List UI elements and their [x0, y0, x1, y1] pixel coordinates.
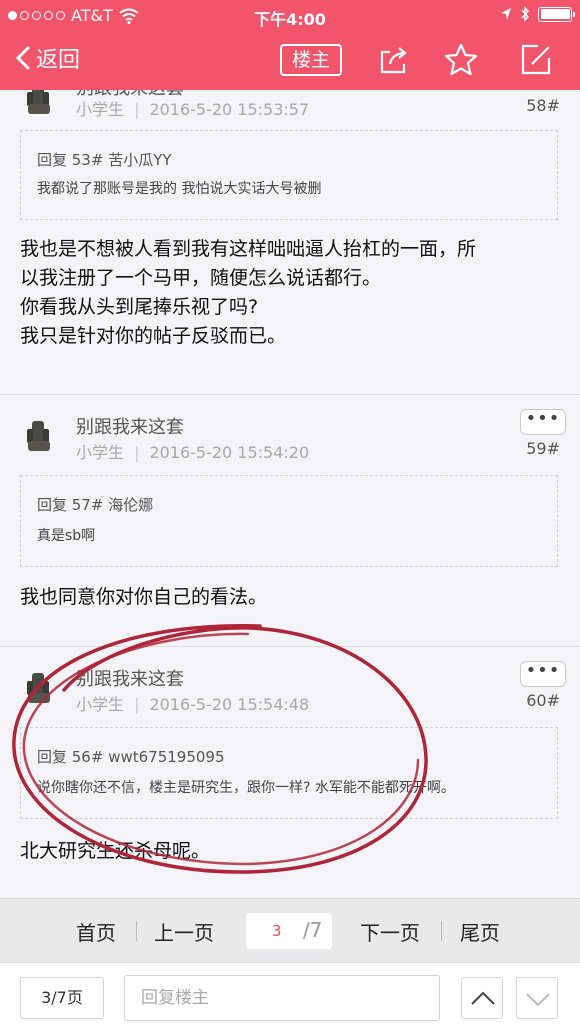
post-body: 我也同意你对你自己的看法。 [20, 583, 565, 612]
location-arrow-icon [501, 8, 511, 20]
post-body-line: 北大研究生还杀母呢。 [20, 840, 211, 862]
back-button[interactable]: 返回 [16, 42, 80, 74]
battery-icon [538, 6, 575, 22]
status-time: 下午4:00 [254, 10, 326, 29]
post-body-line: 我也是不想被人看到我有这样咄咄逼人抬杠的一面，所 [20, 238, 477, 260]
separator [136, 921, 137, 941]
bottom-toolbar: 3/7页 回复楼主 [0, 962, 580, 1032]
reply-input[interactable]: 回复楼主 [124, 975, 440, 1021]
more-options-button[interactable]: ••• [520, 661, 566, 687]
user-role: 小学生 [76, 100, 125, 119]
separator [441, 921, 442, 941]
more-options-button[interactable]: ••• [520, 409, 566, 435]
floor-number: 59# [526, 439, 560, 458]
post-body-line: 我也同意你对你自己的看法。 [20, 586, 268, 608]
post-59: 别跟我来这套 小学生 | 2016-5-20 15:54:20 ••• 59# 回复… [0, 395, 580, 647]
chevron-down-icon [526, 993, 550, 1007]
quoted-reply[interactable]: 回复 56# wwt675195095 说你瞎你还不信，楼主是研究生，跟你一样?… [20, 727, 558, 819]
floor-number: 58# [526, 96, 560, 115]
post-time: 2016-5-20 15:54:20 [149, 443, 310, 462]
post-body-line: 你看我从头到尾捧乐视了吗? [20, 296, 259, 318]
scroll-down-button[interactable] [516, 977, 558, 1019]
status-bar: AT&T 下午4:00 [0, 0, 580, 32]
quote-header: 回复 53# 苦小瓜YY [37, 151, 172, 169]
star-icon[interactable] [443, 42, 479, 78]
post-58: 别跟我来这套 小学生|2016-5-20 15:53:57 58# 回复 53#… [0, 90, 580, 395]
post-username[interactable]: 别跟我来这套 [76, 665, 184, 691]
user-role: 小学生 [76, 443, 125, 462]
avatar[interactable] [18, 667, 58, 707]
post-body-line: 我只是针对你的帖子反驳而已。 [20, 325, 287, 347]
post-body: 我也是不想被人看到我有这样咄咄逼人抬杠的一面，所 以我注册了一个马甲，随便怎么说… [20, 235, 565, 351]
post-body-line: 以我注册了一个马甲，随便怎么说话都行。 [20, 267, 382, 289]
page-indicator-button[interactable]: 3/7页 [20, 977, 104, 1019]
compose-icon[interactable] [518, 42, 554, 78]
pagination-bar: 首页 上一页 3 /7 下一页 尾页 [0, 898, 580, 962]
quote-header: 回复 57# 海伦娜 [37, 496, 154, 514]
next-page-link[interactable]: 下一页 [360, 917, 420, 946]
chevron-left-icon [16, 46, 30, 70]
post-60: 别跟我来这套 小学生 | 2016-5-20 15:54:48 ••• 60# 回复… [0, 647, 580, 898]
last-page-link[interactable]: 尾页 [460, 917, 500, 946]
nav-bar: 返回 楼主 [0, 32, 580, 90]
post-time: 2016-5-20 15:54:48 [149, 695, 310, 714]
scroll-up-button[interactable] [461, 977, 503, 1019]
louzhu-filter-button[interactable]: 楼主 [280, 44, 342, 76]
bluetooth-icon [521, 6, 530, 22]
avatar[interactable] [18, 90, 58, 118]
share-icon[interactable] [376, 42, 412, 78]
page-jump-box[interactable]: 3 /7 [246, 913, 332, 949]
post-username[interactable]: 别跟我来这套 [76, 413, 184, 439]
quote-header: 回复 56# wwt675195095 [37, 748, 225, 766]
quote-text: 我都说了那账号是我的 我怕说大实话大号被删 [37, 181, 322, 197]
user-role: 小学生 [76, 695, 125, 714]
first-page-link[interactable]: 首页 [76, 917, 116, 946]
floor-number: 60# [526, 691, 560, 710]
quoted-reply[interactable]: 回复 57# 海伦娜 真是sb啊 [20, 475, 558, 567]
post-meta: 小学生 | 2016-5-20 15:54:20 [76, 443, 310, 462]
post-meta: 小学生 | 2016-5-20 15:53:57 [76, 100, 310, 119]
post-body: 北大研究生还杀母呢。 [20, 837, 565, 866]
avatar[interactable] [18, 415, 58, 455]
prev-page-link[interactable]: 上一页 [154, 917, 214, 946]
app-header: AT&T 下午4:00 返回 楼主 [0, 0, 580, 90]
total-pages: /7 [303, 918, 323, 942]
quote-text: 真是sb啊 [37, 528, 96, 544]
post-meta: 小学生 | 2016-5-20 15:54:48 [76, 695, 310, 714]
current-page: 3 [272, 922, 282, 940]
quote-text: 说你瞎你还不信，楼主是研究生，跟你一样? 水军能不能都死开啊。 [37, 780, 455, 796]
post-list: 别跟我来这套 小学生|2016-5-20 15:53:57 58# 回复 53#… [0, 90, 580, 898]
back-label: 返回 [36, 48, 81, 73]
post-time: 2016-5-20 15:53:57 [149, 100, 310, 119]
quoted-reply[interactable]: 回复 53# 苦小瓜YY 我都说了那账号是我的 我怕说大实话大号被删 [20, 130, 558, 220]
chevron-up-icon [471, 991, 495, 1005]
